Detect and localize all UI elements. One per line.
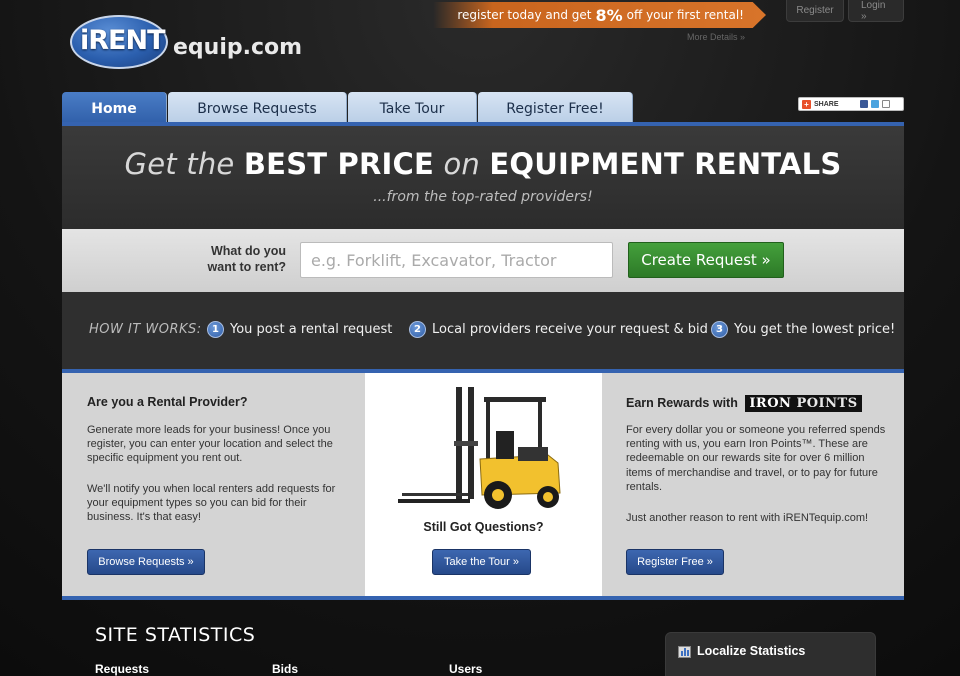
tab-take-tour[interactable]: Take Tour <box>348 92 477 125</box>
rental-search-input[interactable] <box>300 242 613 278</box>
main-panel: Get the BEST PRICE on EQUIPMENT RENTALS … <box>62 122 904 600</box>
iron-points-points: POINTS <box>796 396 858 411</box>
forklift-image <box>398 387 561 509</box>
questions-title: Still Got Questions? <box>423 520 544 534</box>
register-button[interactable]: Register <box>786 0 844 22</box>
email-icon[interactable] <box>881 100 890 108</box>
main-nav-tabs: Home Browse Requests Take Tour Register … <box>62 92 634 125</box>
hero-title: Get the BEST PRICE on EQUIPMENT RENTALS <box>62 147 904 181</box>
tab-home[interactable]: Home <box>62 92 167 125</box>
iron-points-iron: IRON <box>749 396 792 411</box>
info-columns: Are you a Rental Provider? Generate more… <box>62 369 904 600</box>
provider-text-2: We'll notify you when local renters add … <box>87 483 336 524</box>
localize-title: Localize Statistics <box>697 644 806 658</box>
logo-equip-text: equip.com <box>173 35 303 60</box>
how-it-works-label: HOW IT WORKS: <box>89 322 202 337</box>
provider-title: Are you a Rental Provider? <box>87 395 248 409</box>
step-3: 3 You get the lowest price! <box>711 321 895 338</box>
stat-users-label: Users <box>449 662 483 676</box>
bar-chart-icon <box>678 646 691 658</box>
search-bar: What do you want to rent? Create Request… <box>62 229 904 292</box>
site-statistics-title: SITE STATISTICS <box>95 624 256 646</box>
logo-irent-text: iRENT <box>80 25 166 56</box>
hero-title-part1: Get the <box>124 147 235 181</box>
share-label: SHARE <box>814 100 839 108</box>
search-label: What do you want to rent? <box>207 244 286 274</box>
how-it-works: HOW IT WORKS: 1 You post a rental reques… <box>62 292 904 369</box>
hero-title-part4: EQUIPMENT RENTALS <box>489 147 842 181</box>
share-plus-icon: + <box>802 99 811 109</box>
columns-bottom-divider <box>62 596 904 600</box>
hero-section: Get the BEST PRICE on EQUIPMENT RENTALS … <box>62 126 904 229</box>
rewards-title-text: Earn Rewards with <box>626 396 738 410</box>
step-number-icon: 3 <box>711 321 728 338</box>
step-text: You get the lowest price! <box>734 322 896 337</box>
site-logo[interactable]: iRENT equip.com <box>70 13 302 71</box>
stat-bids-label: Bids <box>272 662 299 676</box>
more-details-link[interactable]: More Details » <box>687 32 745 42</box>
stat-requests-label: Requests <box>95 662 150 676</box>
promo-percent: 8% <box>595 5 623 25</box>
hero-subtitle: ...from the top-rated providers! <box>373 189 593 205</box>
tab-browse-requests[interactable]: Browse Requests <box>168 92 347 125</box>
rewards-section: Earn Rewards with IRON POINTS For every … <box>602 373 904 596</box>
rewards-title: Earn Rewards with IRON POINTS <box>626 395 862 412</box>
step-number-icon: 2 <box>409 321 426 338</box>
hero-title-part3: on <box>443 147 480 181</box>
iron-points-logo: IRON POINTS <box>745 395 862 412</box>
step-text: You post a rental request <box>230 322 393 337</box>
provider-text-1: Generate more leads for your business! O… <box>87 424 333 465</box>
browse-requests-button[interactable]: Browse Requests » <box>87 549 205 575</box>
login-button[interactable]: Login » <box>848 0 904 22</box>
promo-suffix: off your first rental! <box>626 8 744 22</box>
tab-register-free[interactable]: Register Free! <box>478 92 633 125</box>
step-text: Local providers receive your request & b… <box>432 322 708 337</box>
facebook-icon[interactable] <box>859 100 868 108</box>
step-number-icon: 1 <box>207 321 224 338</box>
register-free-button[interactable]: Register Free » <box>626 549 724 575</box>
promo-banner[interactable]: register today and get 8% off your first… <box>433 2 766 28</box>
localize-statistics-box: Localize Statistics <box>665 632 876 676</box>
hero-title-part2: BEST PRICE <box>243 147 435 181</box>
provider-section: Are you a Rental Provider? Generate more… <box>62 373 365 596</box>
rewards-text-2: Just another reason to rent with iRENTeq… <box>626 512 869 524</box>
step-2: 2 Local providers receive your request &… <box>409 321 708 338</box>
twitter-icon[interactable] <box>870 100 879 108</box>
rewards-text-1: For every dollar you or someone you refe… <box>626 424 886 493</box>
promo-prefix: register today and get <box>457 8 592 22</box>
take-tour-button[interactable]: Take the Tour » <box>432 549 531 575</box>
create-request-button[interactable]: Create Request » <box>628 242 784 278</box>
questions-section: Still Got Questions? Take the Tour » <box>365 373 602 596</box>
share-widget[interactable]: + SHARE <box>798 97 904 111</box>
step-1: 1 You post a rental request <box>207 321 392 338</box>
